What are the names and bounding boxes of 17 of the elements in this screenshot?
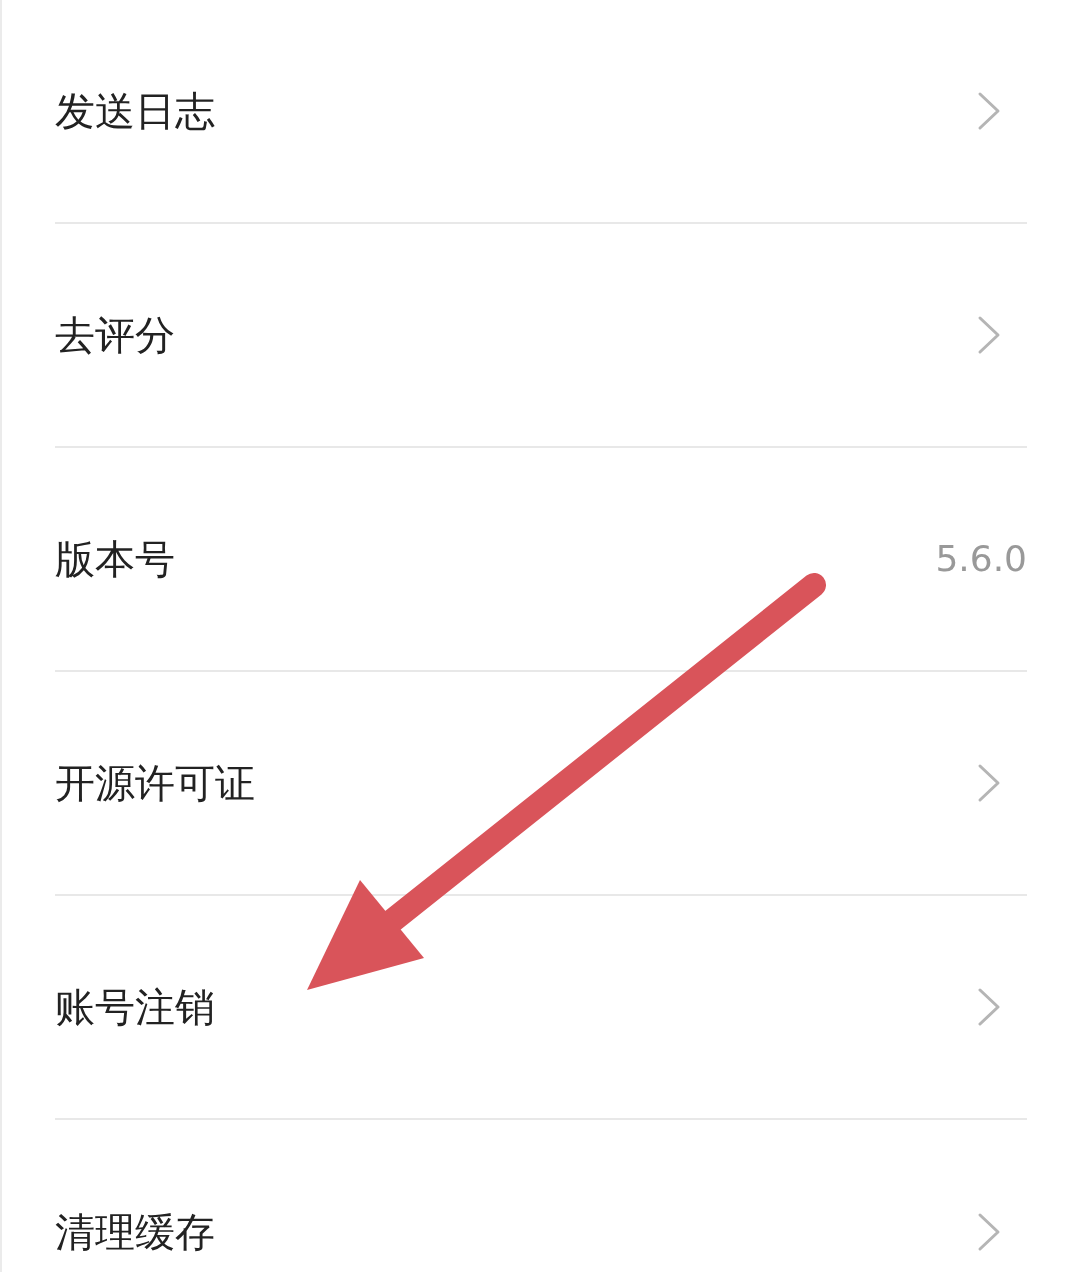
version-value: 5.6.0 — [935, 537, 1027, 581]
row-label: 去评分 — [55, 311, 175, 360]
row-label: 账号注销 — [55, 983, 215, 1032]
row-label: 清理缓存 — [55, 1208, 215, 1257]
chevron-right-icon — [977, 91, 1001, 131]
chevron-right-icon — [977, 1212, 1001, 1252]
chevron-right-icon — [977, 987, 1001, 1027]
settings-row[interactable]: 去评分 — [55, 224, 1027, 448]
chevron-right-icon — [977, 315, 1001, 355]
settings-row[interactable]: 开源许可证 — [55, 672, 1027, 896]
settings-row[interactable]: 版本号 5.6.0 — [55, 448, 1027, 672]
row-label: 发送日志 — [55, 87, 215, 136]
settings-row[interactable]: 清理缓存 — [55, 1120, 1027, 1272]
row-label: 版本号 — [55, 535, 175, 584]
settings-row[interactable]: 发送日志 — [55, 0, 1027, 224]
row-label: 开源许可证 — [55, 759, 255, 808]
chevron-right-icon — [977, 763, 1001, 803]
